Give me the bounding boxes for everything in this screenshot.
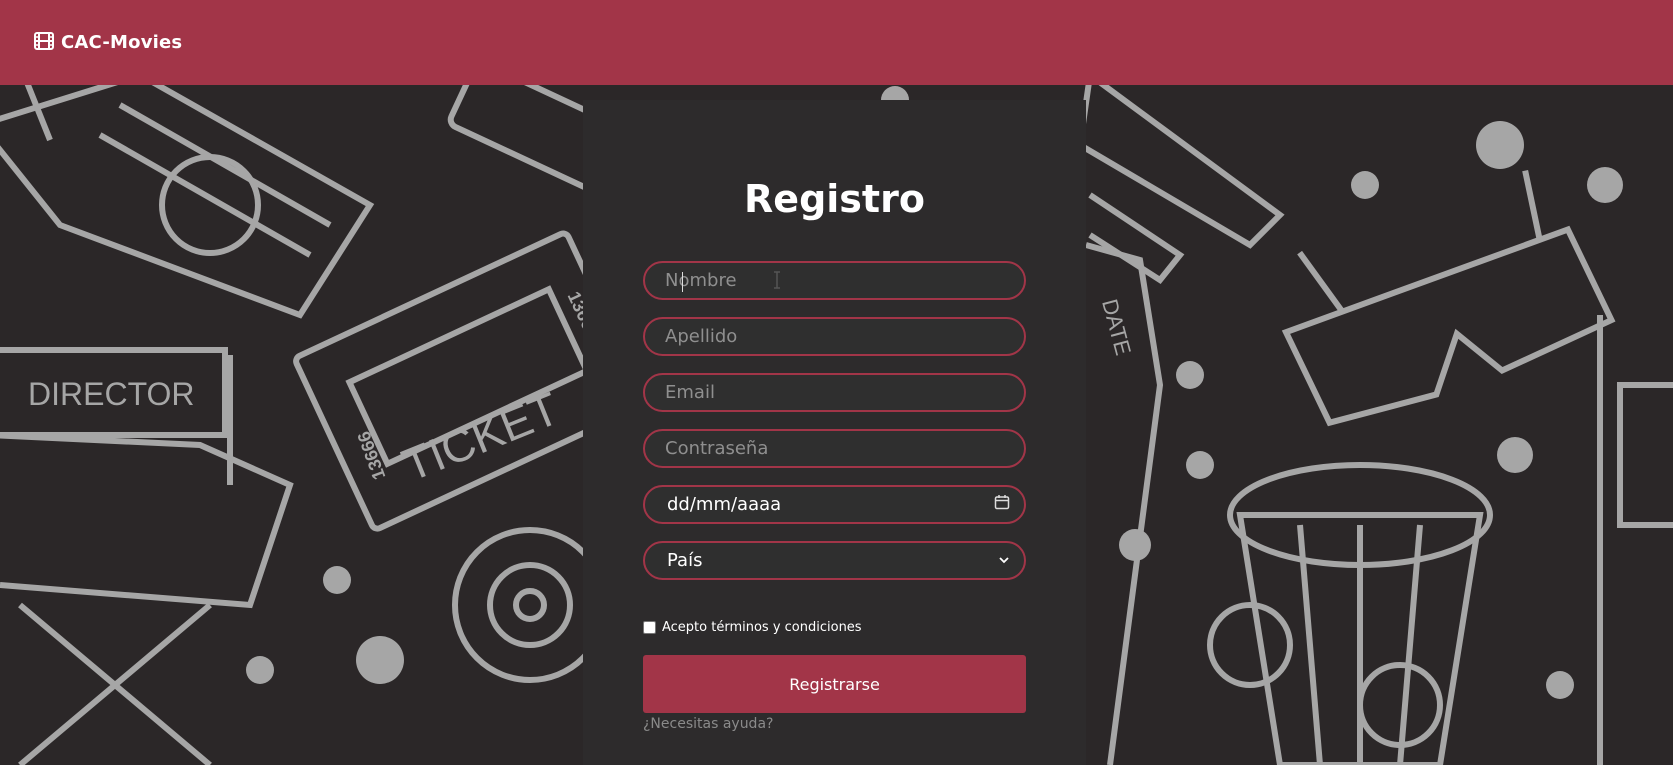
terms-checkbox[interactable] <box>643 621 656 634</box>
date-text: DATE <box>1097 296 1136 358</box>
director-text: DIRECTOR <box>28 376 195 412</box>
page-title: Registro <box>744 177 925 221</box>
ticket-text: TICKET <box>395 382 566 491</box>
birthdate-field[interactable]: dd/mm/aaaa <box>643 485 1026 524</box>
password-field[interactable] <box>643 429 1026 468</box>
help-link[interactable]: ¿Necesitas ayuda? <box>643 716 773 732</box>
chevron-down-icon <box>998 550 1010 571</box>
text-caret <box>682 272 683 292</box>
calendar-icon[interactable] <box>994 494 1010 515</box>
country-select[interactable]: País <box>643 541 1026 580</box>
email-field[interactable] <box>643 373 1026 412</box>
terms-row: Acepto términos y condiciones <box>643 620 862 635</box>
date-placeholder: dd/mm/aaaa <box>667 494 782 515</box>
apellido-field[interactable] <box>643 317 1026 356</box>
register-button[interactable]: Registrarse <box>643 655 1026 713</box>
drink-cup-illustration <box>0 85 375 319</box>
popcorn-illustration <box>1207 462 1493 765</box>
chair-right-illustration <box>1597 315 1673 765</box>
brand-label: CAC-Movies <box>61 32 183 53</box>
glasses-right-illustration <box>1281 169 1616 427</box>
register-panel: Registro dd/mm/aaaa País Acepto términos… <box>583 100 1086 765</box>
ibeam-cursor-icon <box>773 271 781 293</box>
film-icon <box>34 31 54 54</box>
brand-link[interactable]: CAC-Movies <box>34 31 183 54</box>
terms-label: Acepto términos y condiciones <box>662 620 862 635</box>
navbar: CAC-Movies <box>0 0 1673 85</box>
director-chair-illustration <box>0 347 294 765</box>
nombre-field[interactable] <box>643 261 1026 300</box>
country-selected: País <box>667 550 703 571</box>
